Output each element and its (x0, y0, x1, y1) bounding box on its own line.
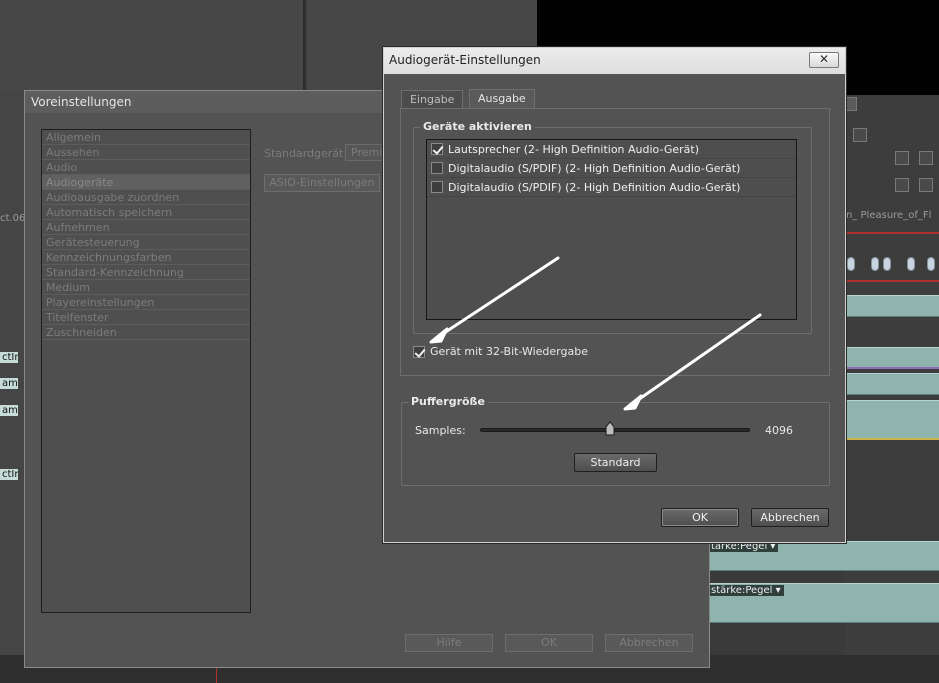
category-item[interactable]: Playereinstellungen (42, 295, 250, 310)
timeline-track[interactable] (845, 373, 939, 395)
track-label: ame (0, 405, 18, 416)
timeline-track[interactable] (845, 347, 939, 369)
clip-title: ct.06 (0, 213, 26, 224)
track-label: ame (0, 378, 18, 389)
standard-device-select[interactable]: Premi (345, 144, 385, 161)
category-item[interactable]: Kennzeichnungsfarben (42, 250, 250, 265)
track-label: ctInl (0, 469, 18, 480)
category-item[interactable]: Zuschneiden (42, 325, 250, 340)
device-list[interactable]: Lautsprecher (2- High Definition Audio-G… (426, 139, 797, 320)
bit32-playback-option[interactable]: Gerät mit 32-Bit-Wiedergabe (413, 345, 588, 358)
device-label: Digitalaudio (S/PDIF) (2- High Definitio… (448, 161, 741, 175)
close-icon: ✕ (818, 52, 830, 66)
clip-marker (883, 257, 891, 271)
buffer-slider-track[interactable] (480, 428, 750, 432)
bg-tool-icon[interactable] (895, 178, 909, 192)
category-item[interactable]: Aufnehmen (42, 220, 250, 235)
timeline-panel-right: n_ Pleasure_of_Fl (845, 95, 939, 655)
device-row[interactable]: Digitalaudio (S/PDIF) (2- High Definitio… (427, 178, 796, 197)
category-item[interactable]: Allgemein (42, 130, 250, 145)
preferences-category-list[interactable]: Allgemein Aussehen Audio Audiogeräte Aud… (41, 129, 251, 613)
category-item[interactable]: Audio (42, 160, 250, 175)
audio-dialog-title: Audiogerät-Einstellungen (389, 53, 541, 67)
device-label: Lautsprecher (2- High Definition Audio-G… (448, 142, 700, 156)
standard-device-label: Standardgerät: (264, 147, 348, 160)
bg-tool-icon[interactable] (919, 151, 933, 165)
clip-marker (927, 257, 935, 271)
buffer-size-group: Puffergröße (401, 395, 830, 486)
cancel-button[interactable]: Abbrechen (751, 508, 829, 527)
category-item-selected[interactable]: Audiogeräte (42, 175, 250, 190)
category-item[interactable]: Medium (42, 280, 250, 295)
help-button[interactable]: Hilfe (405, 634, 493, 652)
bg-tool-icon[interactable] (919, 178, 933, 192)
tab-eingabe[interactable]: Eingabe (401, 90, 464, 109)
category-item[interactable]: Automatisch speichern (42, 205, 250, 220)
track-label: ctInl (0, 352, 18, 363)
asio-settings-button[interactable]: ASIO-Einstellungen (264, 174, 380, 192)
buffer-slider-thumb[interactable] (605, 421, 615, 436)
bg-tool-icon[interactable] (853, 128, 867, 142)
device-label: Digitalaudio (S/PDIF) (2- High Definitio… (448, 180, 741, 194)
category-item[interactable]: Audioausgabe zuordnen (42, 190, 250, 205)
clip-marker (907, 257, 915, 271)
preferences-title: Voreinstellungen (31, 95, 132, 109)
timeline-playhead-line (845, 280, 939, 282)
device-checkbox[interactable] (431, 143, 443, 155)
volume-level-dropdown[interactable]: stärke:Pegel ▾ (708, 585, 784, 596)
ok-button[interactable]: OK (661, 508, 739, 527)
bg-tool-icon[interactable] (895, 151, 909, 165)
audio-dialog-titlebar[interactable]: Audiogerät-Einstellungen ✕ (384, 48, 845, 74)
device-checkbox[interactable] (431, 181, 443, 193)
samples-value: 4096 (765, 424, 793, 437)
category-item[interactable]: Standard-Kennzeichnung (42, 265, 250, 280)
category-item[interactable]: Aussehen (42, 145, 250, 160)
tab-ausgabe[interactable]: Ausgabe (469, 89, 535, 109)
timeline-track[interactable] (845, 400, 939, 440)
bg-panel-left (0, 90, 26, 660)
category-item[interactable]: Titelfenster (42, 310, 250, 325)
bg-panel-topleft (0, 0, 305, 90)
clip-title: n_ Pleasure_of_Fl (846, 210, 932, 221)
buffer-size-title: Puffergröße (408, 395, 488, 408)
close-button[interactable]: ✕ (809, 52, 839, 68)
enable-devices-title: Geräte aktivieren (420, 120, 535, 133)
device-row[interactable]: Lautsprecher (2- High Definition Audio-G… (427, 140, 796, 159)
timeline-ruler-line (845, 232, 939, 234)
device-checkbox[interactable] (431, 162, 443, 174)
device-row[interactable]: Digitalaudio (S/PDIF) (2- High Definitio… (427, 159, 796, 178)
clip-marker (871, 257, 879, 271)
bit32-label: Gerät mit 32-Bit-Wiedergabe (430, 345, 588, 358)
standard-button[interactable]: Standard (574, 453, 657, 472)
prefs-ok-button[interactable]: OK (505, 634, 593, 652)
bg-dropdown[interactable] (845, 97, 857, 111)
audio-device-settings-dialog: Audiogerät-Einstellungen ✕ Eingabe Ausga… (383, 47, 846, 543)
clip-marker (847, 257, 855, 271)
bit32-checkbox[interactable] (413, 345, 425, 358)
samples-label: Samples: (415, 424, 466, 437)
timeline-track[interactable] (845, 295, 939, 317)
prefs-cancel-button[interactable]: Abbrechen (605, 634, 693, 652)
category-item[interactable]: Gerätesteuerung (42, 235, 250, 250)
